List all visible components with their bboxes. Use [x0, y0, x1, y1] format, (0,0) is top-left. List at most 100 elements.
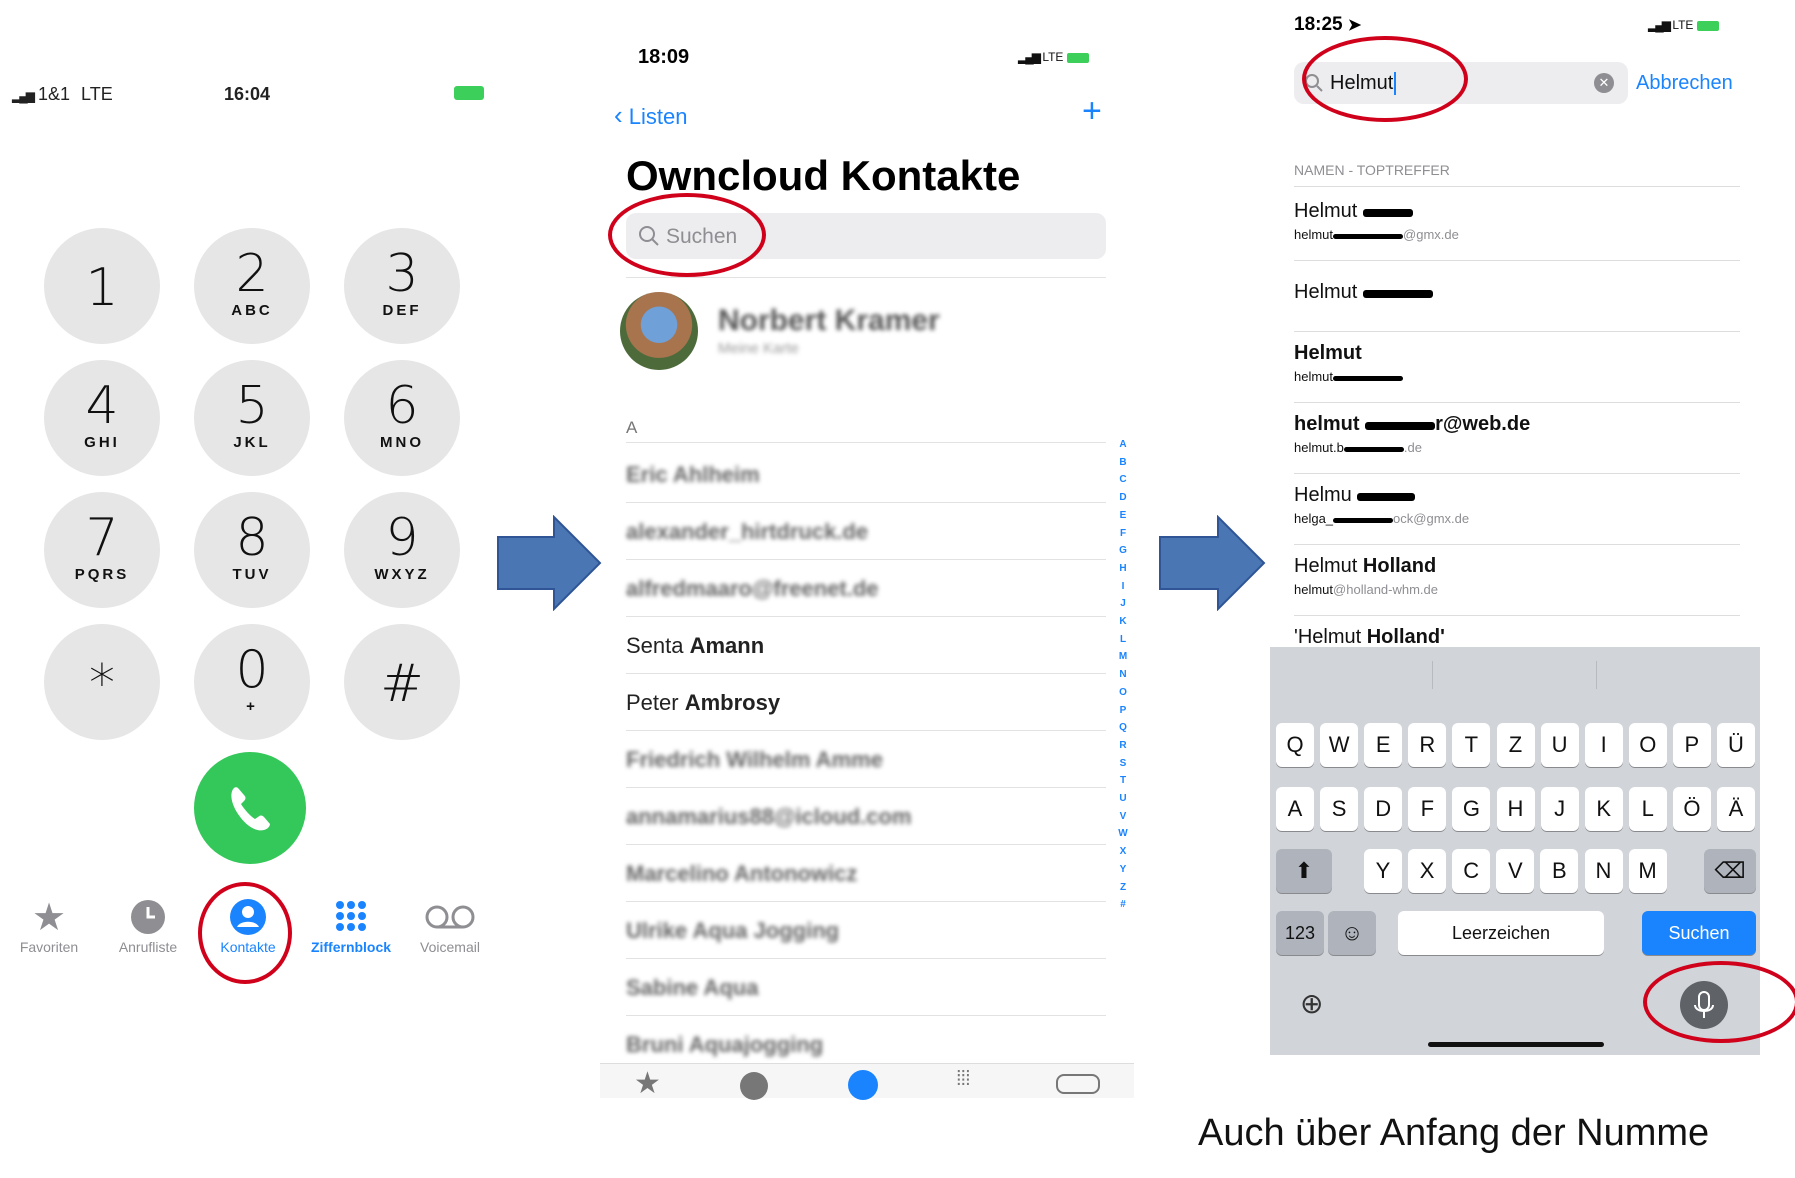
contact-row[interactable]: Senta Amann: [626, 617, 1106, 674]
contact-row[interactable]: Marcelino Antonowicz: [626, 845, 1106, 902]
key-h[interactable]: H: [1496, 787, 1535, 831]
keypad-key[interactable]: 3 DEF: [344, 228, 460, 344]
key-t[interactable]: T: [1452, 723, 1491, 767]
shift-key[interactable]: ⬆: [1276, 849, 1332, 893]
key-b[interactable]: B: [1540, 849, 1579, 893]
key-z[interactable]: Z: [1496, 723, 1535, 767]
key-ä[interactable]: Ä: [1717, 787, 1755, 831]
key-d[interactable]: D: [1364, 787, 1403, 831]
cancel-button[interactable]: Abbrechen: [1636, 72, 1733, 95]
search-result-row[interactable]: Helmu helga_ ock@gmx.de: [1294, 474, 1740, 545]
key-r[interactable]: R: [1408, 723, 1447, 767]
search-result-row[interactable]: helmut r@web.de helmut.b .de: [1294, 403, 1740, 474]
tab-anrufliste[interactable]: Anrufliste: [93, 895, 203, 955]
person-circle-icon[interactable]: [848, 1070, 878, 1100]
call-button[interactable]: [194, 752, 306, 864]
key-c[interactable]: C: [1452, 849, 1491, 893]
tab-voicemail[interactable]: Voicemail: [395, 895, 505, 955]
index-letter[interactable]: F: [1116, 525, 1130, 543]
contact-row[interactable]: Friedrich Wilhelm Amme: [626, 731, 1106, 788]
search-result-row[interactable]: Helmut helmut @gmx.de: [1294, 190, 1740, 261]
contact-row[interactable]: Peter Ambrosy: [626, 674, 1106, 731]
contact-row[interactable]: alexander_hirtdruck.de: [626, 503, 1106, 560]
key-k[interactable]: K: [1584, 787, 1623, 831]
key-s[interactable]: S: [1320, 787, 1359, 831]
clear-icon[interactable]: ✕: [1594, 73, 1614, 93]
index-letter[interactable]: M: [1116, 648, 1130, 666]
keypad-key[interactable]: 8 TUV: [194, 492, 310, 608]
emoji-key[interactable]: ☺: [1328, 911, 1376, 955]
add-contact-button[interactable]: +: [1082, 92, 1102, 131]
index-letter[interactable]: Q: [1116, 719, 1130, 737]
index-letter[interactable]: C: [1116, 471, 1130, 489]
keypad-key[interactable]: 6 MNO: [344, 360, 460, 476]
key-y[interactable]: Y: [1364, 849, 1402, 893]
index-letter[interactable]: V: [1116, 808, 1130, 826]
keypad-key[interactable]: 0 +: [194, 624, 310, 740]
numbers-key[interactable]: 123: [1276, 911, 1324, 955]
key-w[interactable]: W: [1320, 723, 1359, 767]
contact-row[interactable]: Ulrike Aqua Jogging: [626, 902, 1106, 959]
keypad-key[interactable]: 9 WXYZ: [344, 492, 460, 608]
index-letter[interactable]: J: [1116, 595, 1130, 613]
index-letter[interactable]: Y: [1116, 861, 1130, 879]
key-v[interactable]: V: [1496, 849, 1535, 893]
index-letter[interactable]: H: [1116, 560, 1130, 578]
index-letter[interactable]: #: [1116, 896, 1130, 914]
voicemail-icon[interactable]: [1056, 1074, 1100, 1094]
key-i[interactable]: I: [1584, 723, 1623, 767]
keypad-key[interactable]: 5 JKL: [194, 360, 310, 476]
delete-key[interactable]: ⌫: [1704, 849, 1756, 893]
key-f[interactable]: F: [1408, 787, 1447, 831]
index-letter[interactable]: S: [1116, 755, 1130, 773]
key-o[interactable]: O: [1628, 723, 1667, 767]
tab-ziffernblock[interactable]: Ziffernblock: [296, 895, 406, 955]
keypad-key[interactable]: 1: [44, 228, 160, 344]
index-letter[interactable]: A: [1116, 436, 1130, 454]
index-letter[interactable]: T: [1116, 772, 1130, 790]
key-ü[interactable]: Ü: [1717, 723, 1755, 767]
key-x[interactable]: X: [1408, 849, 1447, 893]
contact-row[interactable]: alfredmaaro@freenet.de: [626, 560, 1106, 617]
index-letter[interactable]: X: [1116, 843, 1130, 861]
key-a[interactable]: A: [1276, 787, 1314, 831]
keypad-icon[interactable]: ⁞⁞⁞: [956, 1068, 971, 1091]
index-letter[interactable]: B: [1116, 454, 1130, 472]
key-q[interactable]: Q: [1276, 723, 1314, 767]
index-letter[interactable]: E: [1116, 507, 1130, 525]
index-letter[interactable]: K: [1116, 613, 1130, 631]
search-result-row[interactable]: Helmut Holland helmut@holland-whm.de: [1294, 545, 1740, 616]
search-result-row[interactable]: Helmut helmut: [1294, 332, 1740, 403]
key-p[interactable]: P: [1672, 723, 1711, 767]
keypad-key[interactable]: 4 GHI: [44, 360, 160, 476]
key-u[interactable]: U: [1540, 723, 1579, 767]
search-result-row[interactable]: Helmut: [1294, 261, 1740, 332]
index-letter[interactable]: I: [1116, 578, 1130, 596]
key-n[interactable]: N: [1584, 849, 1623, 893]
key-j[interactable]: J: [1540, 787, 1579, 831]
keypad-key[interactable]: 2 ABC: [194, 228, 310, 344]
alphabet-index[interactable]: A B C D E F G H I J K L M N O P Q R S T U V W X Y Z #: [1116, 436, 1130, 914]
space-key[interactable]: Leerzeichen: [1398, 911, 1604, 955]
index-letter[interactable]: O: [1116, 684, 1130, 702]
index-letter[interactable]: Z: [1116, 879, 1130, 897]
key-l[interactable]: L: [1628, 787, 1667, 831]
index-letter[interactable]: G: [1116, 542, 1130, 560]
index-letter[interactable]: D: [1116, 489, 1130, 507]
index-letter[interactable]: N: [1116, 666, 1130, 684]
back-button[interactable]: ‹ Listen: [614, 100, 688, 131]
clock-icon[interactable]: [740, 1072, 768, 1100]
index-letter[interactable]: L: [1116, 631, 1130, 649]
key-e[interactable]: E: [1364, 723, 1403, 767]
search-key[interactable]: Suchen: [1642, 911, 1756, 955]
index-letter[interactable]: U: [1116, 790, 1130, 808]
index-letter[interactable]: W: [1116, 825, 1130, 843]
key-ö[interactable]: Ö: [1672, 787, 1711, 831]
globe-icon[interactable]: ⊕: [1300, 987, 1323, 1020]
key-g[interactable]: G: [1452, 787, 1491, 831]
contact-row[interactable]: Sabine Aqua: [626, 959, 1106, 1016]
keypad-key[interactable]: *: [44, 624, 160, 740]
keypad-key[interactable]: 7 PQRS: [44, 492, 160, 608]
star-icon[interactable]: ★: [634, 1066, 661, 1101]
index-letter[interactable]: R: [1116, 737, 1130, 755]
